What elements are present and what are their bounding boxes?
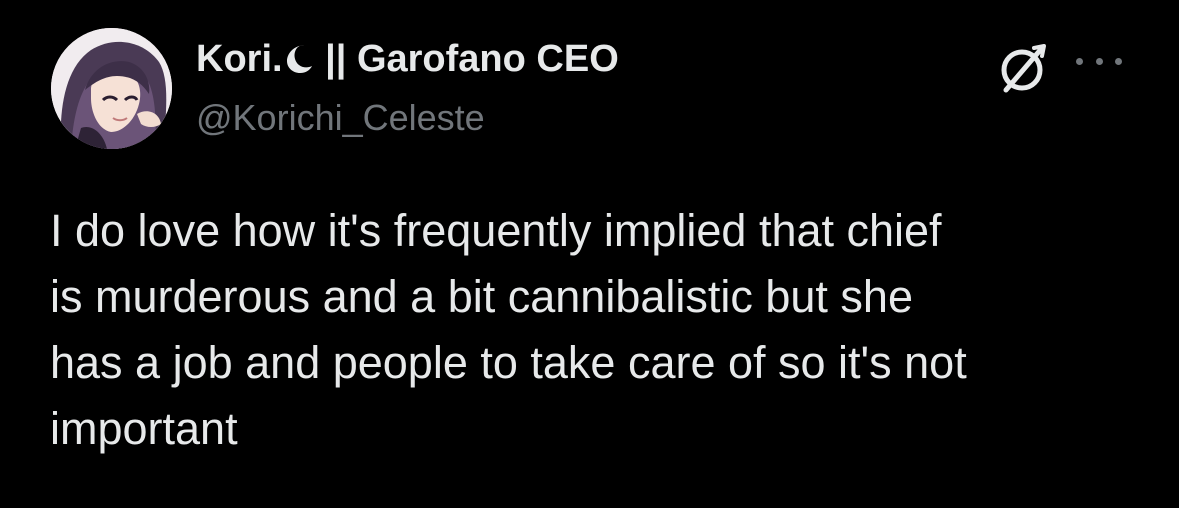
user-handle[interactable]: @Korichi_Celeste bbox=[196, 96, 485, 140]
display-name-text: Kori. bbox=[196, 38, 283, 80]
crescent-moon-icon bbox=[283, 41, 313, 75]
more-horizontal-icon-dot bbox=[1115, 57, 1122, 65]
avatar-image bbox=[51, 28, 172, 149]
avatar[interactable] bbox=[51, 28, 172, 149]
tweet-card[interactable]: Kori. || Garofano CEO @Korichi_Celeste I… bbox=[0, 0, 1179, 508]
more-options-button[interactable] bbox=[1076, 50, 1122, 72]
display-name[interactable]: Kori. || Garofano CEO bbox=[196, 36, 619, 82]
more-horizontal-icon bbox=[1076, 57, 1083, 65]
more-horizontal-icon-dot bbox=[1095, 57, 1103, 65]
tweet-text: I do love how it's frequently implied th… bbox=[50, 205, 967, 454]
display-name-suffix: || Garofano CEO bbox=[314, 38, 619, 80]
x-logo-icon bbox=[996, 40, 1052, 96]
